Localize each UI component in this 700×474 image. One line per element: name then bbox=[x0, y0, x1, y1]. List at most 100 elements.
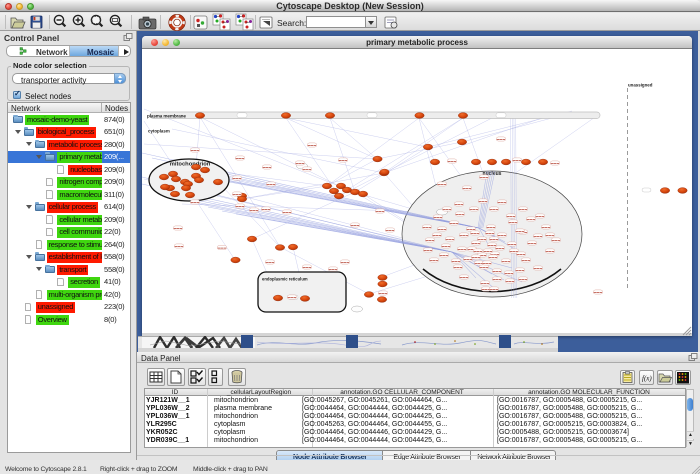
svg-text:▬▬▬: ▬▬▬ bbox=[434, 216, 443, 219]
svg-text:▬▬▬: ▬▬▬ bbox=[490, 208, 499, 211]
svg-text:▬▬▬: ▬▬▬ bbox=[546, 250, 555, 253]
svg-text:▬▬▬: ▬▬▬ bbox=[496, 247, 505, 250]
svg-text:▬▬▬: ▬▬▬ bbox=[505, 272, 514, 275]
svg-text:▬▬▬: ▬▬▬ bbox=[502, 260, 511, 263]
svg-text:▬▬▬: ▬▬▬ bbox=[267, 183, 276, 186]
svg-text:▬▬▬: ▬▬▬ bbox=[480, 176, 489, 179]
svg-text:▬▬▬: ▬▬▬ bbox=[341, 261, 350, 264]
svg-text:▬▬▬: ▬▬▬ bbox=[516, 269, 525, 272]
svg-text:▬▬▬: ▬▬▬ bbox=[493, 278, 502, 281]
svg-text:▬▬▬: ▬▬▬ bbox=[456, 213, 465, 216]
svg-text:▬▬▬: ▬▬▬ bbox=[175, 245, 184, 248]
svg-text:▬▬▬: ▬▬▬ bbox=[191, 201, 200, 204]
svg-text:▬▬▬: ▬▬▬ bbox=[438, 183, 447, 186]
svg-text:mitochondrion: mitochondrion bbox=[170, 162, 211, 168]
svg-text:plasma membrane: plasma membrane bbox=[147, 114, 186, 119]
svg-text:▬▬▬: ▬▬▬ bbox=[481, 282, 490, 285]
svg-text:▬▬▬: ▬▬▬ bbox=[480, 266, 489, 269]
svg-text:▬▬▬: ▬▬▬ bbox=[474, 250, 483, 253]
svg-text:▬▬▬: ▬▬▬ bbox=[479, 200, 488, 203]
svg-text:▬▬▬: ▬▬▬ bbox=[450, 222, 459, 225]
svg-text:▬▬▬: ▬▬▬ bbox=[283, 211, 292, 214]
svg-text:▬▬▬: ▬▬▬ bbox=[329, 268, 338, 271]
svg-text:▬▬▬: ▬▬▬ bbox=[486, 232, 495, 235]
svg-text:▬▬▬: ▬▬▬ bbox=[489, 256, 498, 259]
svg-text:▬▬▬: ▬▬▬ bbox=[508, 243, 517, 246]
svg-text:▬▬▬: ▬▬▬ bbox=[430, 259, 439, 262]
svg-text:▬▬▬: ▬▬▬ bbox=[438, 228, 447, 231]
svg-text:▬▬▬: ▬▬▬ bbox=[472, 242, 481, 245]
svg-text:▬▬▬: ▬▬▬ bbox=[472, 256, 481, 259]
svg-text:▬▬▬: ▬▬▬ bbox=[303, 168, 312, 171]
svg-text:▬▬▬: ▬▬▬ bbox=[233, 177, 242, 180]
svg-text:▬▬▬: ▬▬▬ bbox=[218, 247, 227, 250]
svg-text:▬▬▬: ▬▬▬ bbox=[433, 234, 442, 237]
svg-text:▬▬▬: ▬▬▬ bbox=[534, 235, 543, 238]
svg-text:▬▬▬: ▬▬▬ bbox=[542, 226, 551, 229]
svg-text:▬▬▬: ▬▬▬ bbox=[440, 254, 449, 257]
svg-text:▬▬▬: ▬▬▬ bbox=[339, 159, 348, 162]
svg-text:▬▬▬: ▬▬▬ bbox=[303, 266, 312, 269]
svg-text:▬▬▬: ▬▬▬ bbox=[351, 224, 360, 227]
svg-text:▬▬▬: ▬▬▬ bbox=[443, 208, 452, 211]
svg-text:▬▬▬: ▬▬▬ bbox=[552, 239, 561, 242]
svg-text:▬▬▬: ▬▬▬ bbox=[490, 288, 499, 291]
svg-text:▬▬▬: ▬▬▬ bbox=[236, 157, 245, 160]
svg-text:▬▬▬: ▬▬▬ bbox=[460, 234, 469, 237]
svg-text:▬▬▬: ▬▬▬ bbox=[446, 238, 455, 241]
svg-text:▬▬▬: ▬▬▬ bbox=[308, 144, 317, 147]
svg-text:▬▬▬: ▬▬▬ bbox=[498, 201, 507, 204]
svg-text:▬▬▬: ▬▬▬ bbox=[536, 215, 545, 218]
svg-text:▬▬▬: ▬▬▬ bbox=[448, 160, 457, 163]
svg-text:▬▬▬: ▬▬▬ bbox=[478, 238, 487, 241]
svg-text:▬▬▬: ▬▬▬ bbox=[527, 218, 536, 221]
svg-text:▬▬▬: ▬▬▬ bbox=[551, 162, 560, 165]
svg-text:▬▬▬: ▬▬▬ bbox=[483, 262, 492, 265]
svg-text:▬▬▬: ▬▬▬ bbox=[509, 221, 518, 224]
svg-text:▬▬▬: ▬▬▬ bbox=[266, 261, 275, 264]
svg-text:▬▬▬: ▬▬▬ bbox=[458, 248, 467, 251]
svg-text:▬▬▬: ▬▬▬ bbox=[442, 245, 451, 248]
svg-text:▬▬▬: ▬▬▬ bbox=[528, 242, 537, 245]
svg-text:▬▬▬: ▬▬▬ bbox=[191, 149, 200, 152]
svg-text:▬▬▬: ▬▬▬ bbox=[424, 249, 433, 252]
svg-text:▬▬▬: ▬▬▬ bbox=[519, 208, 528, 211]
svg-text:▬▬▬: ▬▬▬ bbox=[516, 230, 525, 233]
svg-text:▬▬▬: ▬▬▬ bbox=[522, 259, 531, 262]
svg-text:▬▬▬: ▬▬▬ bbox=[452, 260, 461, 263]
svg-text:▬▬▬: ▬▬▬ bbox=[546, 234, 555, 237]
svg-text:▬▬▬: ▬▬▬ bbox=[507, 215, 516, 218]
svg-text:▬▬▬: ▬▬▬ bbox=[534, 267, 543, 270]
svg-text:f(x): f(x) bbox=[642, 375, 652, 383]
svg-text:▬▬▬: ▬▬▬ bbox=[493, 270, 502, 273]
svg-text:▬▬▬: ▬▬▬ bbox=[517, 253, 526, 256]
svg-text:▬▬▬: ▬▬▬ bbox=[296, 162, 305, 165]
svg-text:▬▬▬: ▬▬▬ bbox=[379, 292, 388, 295]
svg-text:▬▬▬: ▬▬▬ bbox=[454, 266, 463, 269]
svg-text:▬▬▬: ▬▬▬ bbox=[471, 232, 480, 235]
svg-text:▬▬▬: ▬▬▬ bbox=[426, 239, 435, 242]
svg-text:▬▬▬: ▬▬▬ bbox=[455, 203, 464, 206]
svg-text:▬▬▬: ▬▬▬ bbox=[376, 210, 385, 213]
svg-text:▬▬▬: ▬▬▬ bbox=[233, 193, 242, 196]
svg-text:▬▬▬: ▬▬▬ bbox=[263, 166, 272, 169]
svg-text:▬▬▬: ▬▬▬ bbox=[490, 238, 499, 241]
svg-text:▬▬▬: ▬▬▬ bbox=[498, 234, 507, 237]
svg-text:▬▬▬: ▬▬▬ bbox=[288, 296, 297, 299]
svg-text:▬▬▬: ▬▬▬ bbox=[470, 208, 479, 211]
svg-text:▬▬▬: ▬▬▬ bbox=[262, 208, 271, 211]
svg-text:▬▬▬: ▬▬▬ bbox=[484, 250, 493, 253]
svg-text:endoplasmic reticulum: endoplasmic reticulum bbox=[262, 277, 308, 282]
svg-text:unassigned: unassigned bbox=[628, 83, 653, 88]
svg-text:▬▬▬: ▬▬▬ bbox=[487, 226, 496, 229]
svg-text:▬▬▬: ▬▬▬ bbox=[463, 187, 472, 190]
svg-text:▬▬▬: ▬▬▬ bbox=[506, 280, 515, 283]
svg-text:▬▬▬: ▬▬▬ bbox=[423, 226, 432, 229]
svg-text:▬▬▬: ▬▬▬ bbox=[386, 229, 395, 232]
svg-text:▬▬▬: ▬▬▬ bbox=[519, 278, 528, 281]
svg-text:▬▬▬: ▬▬▬ bbox=[594, 291, 603, 294]
svg-text:cytoplasm: cytoplasm bbox=[148, 129, 170, 134]
svg-text:▬▬▬: ▬▬▬ bbox=[497, 138, 506, 141]
svg-text:▬▬▬: ▬▬▬ bbox=[250, 209, 259, 212]
svg-text:▬▬▬: ▬▬▬ bbox=[460, 276, 469, 279]
